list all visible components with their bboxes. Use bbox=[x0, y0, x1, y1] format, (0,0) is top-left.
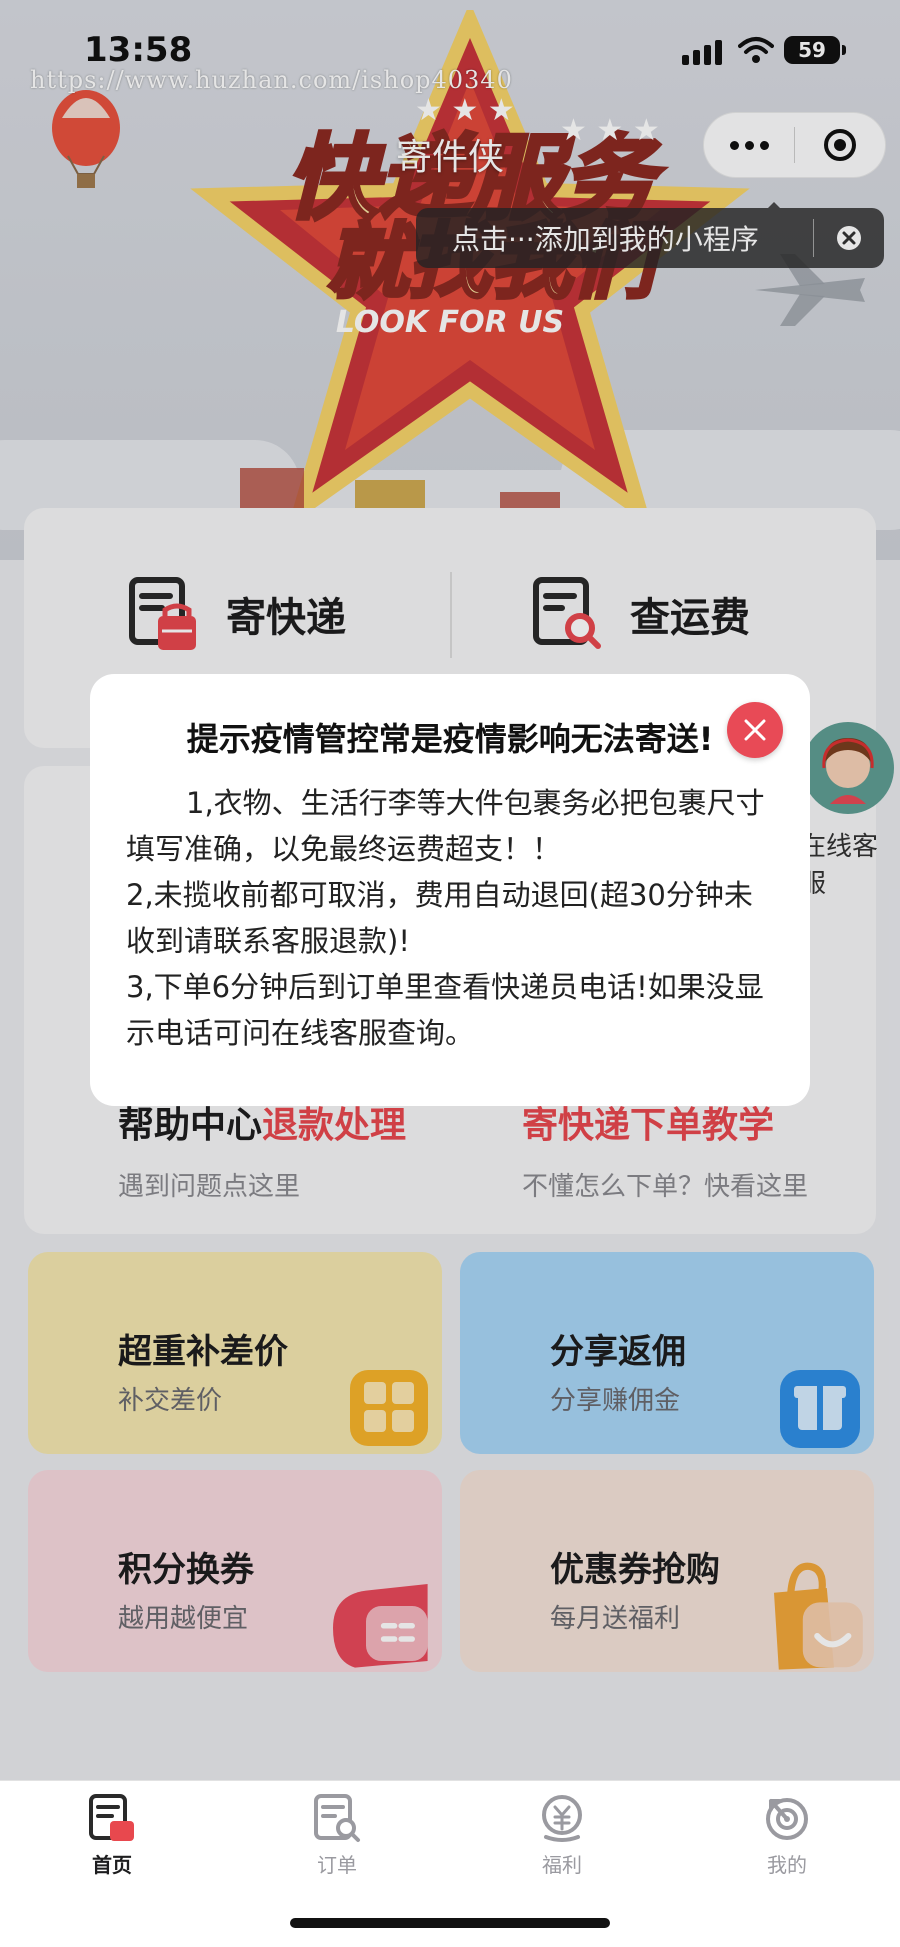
modal-title: 提示疫情管控常是疫情影响无法寄送! bbox=[186, 720, 714, 758]
modal-line-2: 2,未揽收前都可取消，费用自动退回(超30分钟未收到请联系客服退款)! bbox=[126, 878, 753, 958]
tab-orders[interactable]: 订单 bbox=[277, 1791, 397, 1878]
tab-label: 我的 bbox=[767, 1853, 807, 1877]
modal-close-button[interactable] bbox=[727, 702, 783, 758]
close-icon bbox=[744, 719, 766, 741]
modal-body: 1,衣物、生活行李等大件包裹务必把包裹尺寸填写准确，以免最终运费超支！！ 2,未… bbox=[126, 780, 776, 1056]
home-parcel-icon bbox=[89, 1794, 134, 1841]
notice-modal: 提示疫情管控常是疫情影响无法寄送! 1,衣物、生活行李等大件包裹务必把包裹尺寸填… bbox=[90, 674, 810, 1106]
modal-line-1: 1,衣物、生活行李等大件包裹务必把包裹尺寸填写准确，以免最终运费超支！！ bbox=[126, 786, 765, 866]
tab-mine[interactable]: 我的 bbox=[727, 1791, 847, 1878]
tab-label: 首页 bbox=[92, 1853, 132, 1877]
target-profile-icon bbox=[766, 1798, 808, 1840]
tab-label: 福利 bbox=[542, 1853, 582, 1877]
order-search-icon bbox=[314, 1794, 360, 1842]
yuan-coin-icon bbox=[542, 1795, 582, 1842]
tab-home[interactable]: 首页 bbox=[52, 1791, 172, 1878]
home-indicator[interactable] bbox=[290, 1918, 610, 1928]
modal-line-3: 3,下单6分钟后到订单里查看快递员电话!如果没显示电话可问在线客服查询。 bbox=[126, 970, 764, 1050]
tab-welfare[interactable]: 福利 bbox=[502, 1791, 622, 1878]
tab-label: 订单 bbox=[317, 1853, 357, 1877]
